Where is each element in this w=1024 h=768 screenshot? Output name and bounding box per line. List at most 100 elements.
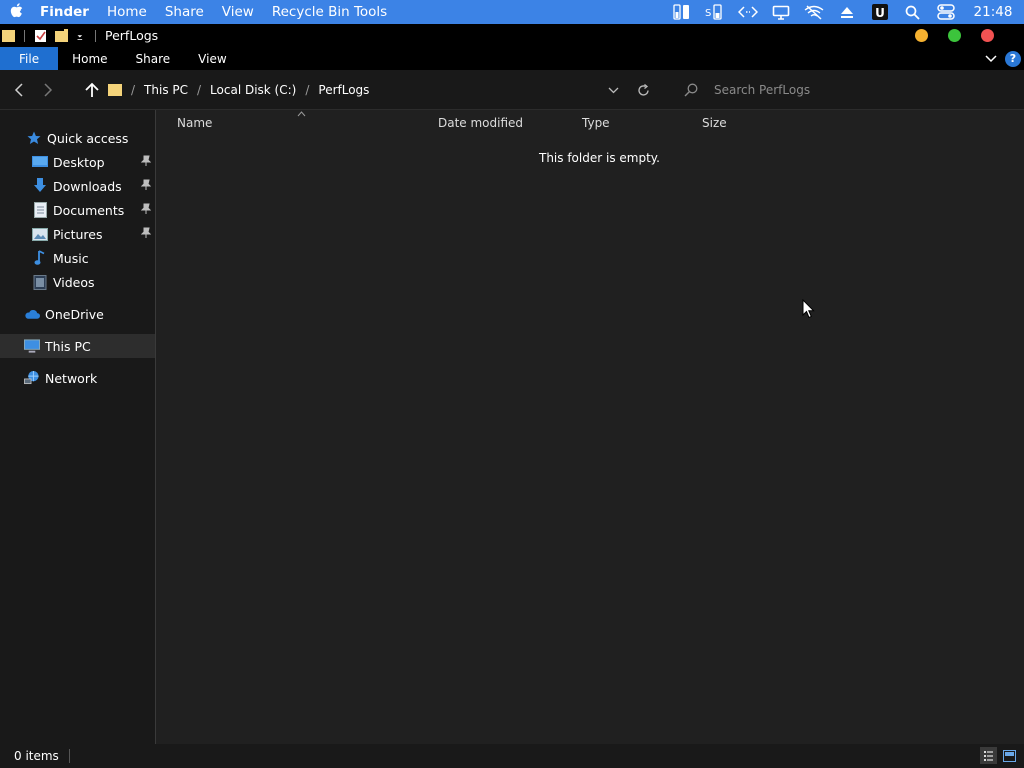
- menubar-clock[interactable]: 21:48: [962, 4, 1024, 20]
- sort-ascending-icon: [297, 106, 306, 120]
- view-switcher: [980, 747, 1018, 764]
- sidebar-item-label: Pictures: [53, 226, 103, 242]
- pictures-icon: [32, 226, 48, 242]
- spotlight-search-icon[interactable]: [896, 0, 929, 24]
- sidebar-item-downloads[interactable]: Downloads: [0, 174, 155, 198]
- quick-access-toolbar: [0, 24, 101, 47]
- battery-status-icon[interactable]: [665, 0, 698, 24]
- sidebar-item-label: OneDrive: [45, 306, 104, 322]
- column-header-type[interactable]: Type: [582, 116, 610, 130]
- download-arrow-icon: [32, 178, 48, 194]
- navigation-pane: Quick access Desktop Downloads Documents…: [0, 110, 156, 744]
- folder-icon[interactable]: [2, 29, 15, 43]
- control-center-icon[interactable]: [929, 0, 962, 24]
- mouse-cursor-icon: [802, 298, 815, 323]
- back-button[interactable]: [9, 80, 29, 100]
- new-folder-icon[interactable]: [55, 28, 68, 43]
- search-input[interactable]: Search PerfLogs: [680, 78, 1010, 102]
- window-controls: [915, 29, 994, 42]
- documents-icon: [32, 202, 48, 218]
- sidebar-item-pictures[interactable]: Pictures: [0, 222, 155, 246]
- window-title: PerfLogs: [105, 28, 159, 43]
- sidebar-item-music[interactable]: Music: [0, 246, 155, 270]
- ribbon-tabs: File Home Share View ?: [0, 47, 1024, 70]
- sidebar-item-label: Music: [53, 250, 89, 266]
- search-icon: [684, 83, 698, 97]
- pin-icon[interactable]: [140, 203, 152, 218]
- sidebar-item-network[interactable]: Network: [0, 366, 155, 390]
- mac-menubar: Finder Home Share View Recycle Bin Tools…: [0, 0, 1024, 24]
- toolbar-separator: [95, 29, 96, 42]
- tab-view[interactable]: View: [184, 47, 240, 70]
- videos-icon: [32, 274, 48, 290]
- svg-text:S: S: [705, 8, 711, 19]
- menu-share[interactable]: Share: [156, 4, 213, 20]
- tab-home[interactable]: Home: [58, 47, 121, 70]
- pin-icon[interactable]: [140, 227, 152, 242]
- column-header-size[interactable]: Size: [702, 116, 727, 130]
- properties-icon[interactable]: [34, 29, 47, 43]
- pin-icon[interactable]: [140, 179, 152, 194]
- sidebar-item-documents[interactable]: Documents: [0, 198, 155, 222]
- column-header-name[interactable]: Name: [177, 116, 212, 130]
- file-list[interactable]: Name Date modified Type Size This folder…: [157, 110, 1024, 744]
- sidebar-item-label: Videos: [53, 274, 95, 290]
- item-count: 0 items: [14, 749, 59, 763]
- up-button[interactable]: [82, 80, 102, 100]
- tab-file[interactable]: File: [0, 47, 59, 70]
- sidebar-item-onedrive[interactable]: OneDrive: [0, 302, 155, 326]
- status-bar: 0 items: [0, 744, 1024, 768]
- sidebar-item-label: Network: [45, 370, 98, 386]
- customize-toolbar-icon[interactable]: [76, 29, 86, 43]
- sidebar-item-label: This PC: [45, 338, 91, 354]
- column-header-date-modified[interactable]: Date modified: [438, 116, 523, 130]
- computer-icon: [24, 338, 40, 354]
- display-icon[interactable]: [764, 0, 797, 24]
- address-toolbar: / This PC / Local Disk (C:) / PerfLogs S…: [0, 70, 1024, 110]
- wifi-off-icon[interactable]: [797, 0, 830, 24]
- close-button[interactable]: [981, 29, 994, 42]
- forward-button[interactable]: [38, 80, 58, 100]
- sidebar-item-desktop[interactable]: Desktop: [0, 150, 155, 174]
- sidebar-item-label: Desktop: [53, 154, 105, 170]
- sidebar-item-videos[interactable]: Videos: [0, 270, 155, 294]
- sidebar-item-label: Documents: [53, 202, 125, 218]
- breadcrumb-this-pc[interactable]: This PC: [144, 83, 188, 97]
- menu-finder[interactable]: Finder: [32, 4, 98, 20]
- help-icon[interactable]: ?: [1005, 50, 1021, 67]
- pin-icon[interactable]: [140, 155, 152, 170]
- phone-battery-icon[interactable]: S: [698, 0, 731, 24]
- window-title-bar: PerfLogs: [0, 24, 1024, 47]
- breadcrumb-perflogs[interactable]: PerfLogs: [318, 83, 369, 97]
- svg-text:U: U: [875, 6, 885, 20]
- breadcrumb-separator: /: [305, 83, 310, 97]
- code-brackets-icon[interactable]: [731, 0, 764, 24]
- search-placeholder: Search PerfLogs: [714, 83, 811, 97]
- breadcrumb-separator: /: [131, 83, 136, 97]
- eject-icon[interactable]: [830, 0, 863, 24]
- apple-menu-icon[interactable]: [0, 2, 32, 22]
- refresh-icon[interactable]: [633, 80, 653, 100]
- large-icons-view-button[interactable]: [1001, 747, 1018, 764]
- minimize-button[interactable]: [915, 29, 928, 42]
- u-app-icon[interactable]: U: [863, 0, 896, 24]
- breadcrumb-separator: /: [197, 83, 202, 97]
- sidebar-item-quick-access[interactable]: Quick access: [0, 126, 155, 150]
- star-icon: [26, 130, 42, 146]
- toolbar-separator: [24, 29, 25, 42]
- address-history-chevron-icon[interactable]: [603, 80, 623, 100]
- status-separator: [68, 749, 70, 763]
- desktop-icon: [32, 154, 48, 170]
- maximize-button[interactable]: [948, 29, 961, 42]
- breadcrumb-local-disk[interactable]: Local Disk (C:): [210, 83, 296, 97]
- network-icon: [24, 370, 40, 386]
- empty-folder-message: This folder is empty.: [539, 151, 660, 165]
- menu-view[interactable]: View: [213, 4, 263, 20]
- tab-share[interactable]: Share: [122, 47, 185, 70]
- breadcrumb: / This PC / Local Disk (C:) / PerfLogs: [108, 70, 369, 110]
- details-view-button[interactable]: [980, 747, 997, 764]
- sidebar-item-this-pc[interactable]: This PC: [0, 334, 155, 358]
- menu-recycle-bin-tools[interactable]: Recycle Bin Tools: [263, 4, 396, 20]
- expand-ribbon-chevron-icon[interactable]: [985, 52, 997, 66]
- menu-home[interactable]: Home: [98, 4, 156, 20]
